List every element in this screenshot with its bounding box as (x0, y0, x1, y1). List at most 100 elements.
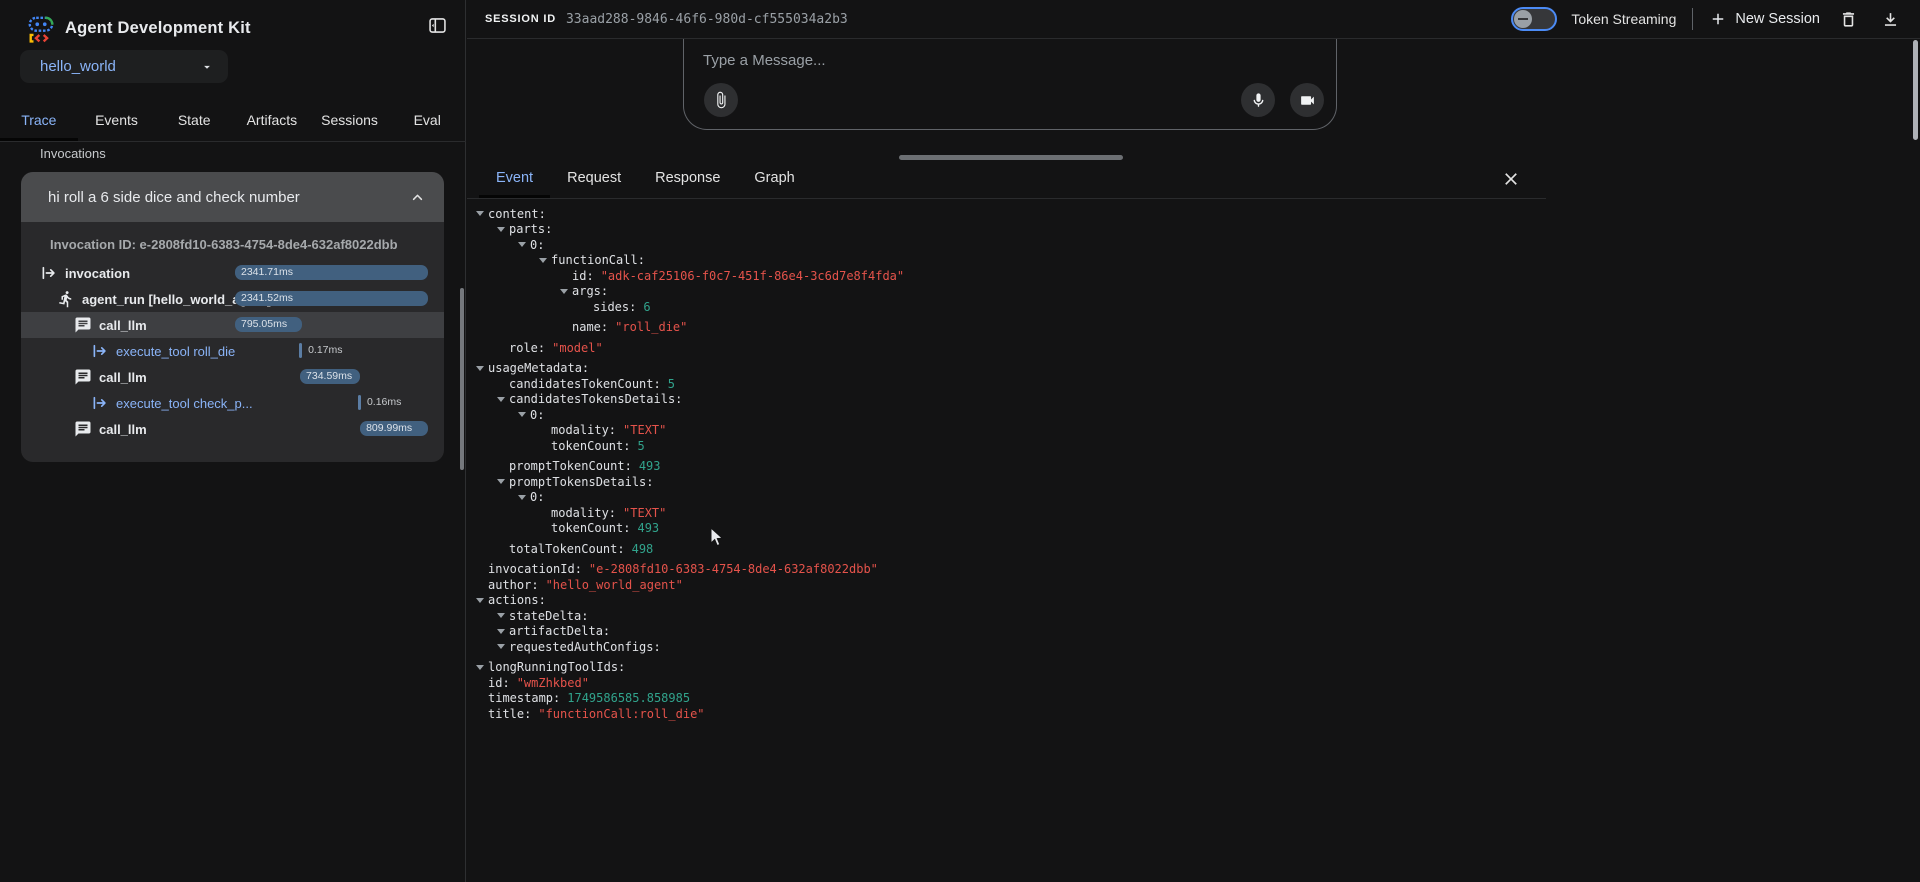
video-button[interactable] (1290, 83, 1324, 117)
span-timeline: 734.59ms (235, 369, 428, 384)
collapse-triangle-icon[interactable] (497, 227, 509, 232)
arrow-icon (91, 394, 109, 412)
json-value: "hello_world_agent" (546, 578, 683, 592)
json-key: sides: (593, 300, 636, 314)
trace-span-row[interactable]: agent_run [hello_world_agent]2341.52ms (21, 286, 444, 312)
json-line: modality:"TEXT" (467, 505, 1546, 521)
collapse-triangle-icon[interactable] (476, 598, 488, 603)
trace-span-row[interactable]: invocation2341.71ms (21, 260, 444, 286)
detail-tabs-row: EventRequest Response Graph (467, 160, 1546, 199)
chat-area: Type a Message... (467, 39, 1920, 160)
detail-tab-graph[interactable]: Graph (737, 160, 811, 198)
new-session-label: New Session (1735, 11, 1820, 27)
json-value: 6 (643, 300, 650, 314)
detail-tab-request[interactable]: Request (550, 160, 638, 198)
collapse-triangle-icon[interactable] (560, 289, 572, 294)
collapse-triangle-icon[interactable] (476, 665, 488, 670)
delete-session-button[interactable] (1834, 5, 1862, 33)
collapse-triangle-icon[interactable] (476, 211, 488, 216)
chat-icon (74, 316, 92, 334)
detail-tab-response[interactable]: Response (638, 160, 737, 198)
collapse-triangle-icon[interactable] (497, 644, 509, 649)
new-session-button[interactable]: New Session (1709, 10, 1820, 28)
json-line: 0: (467, 237, 1546, 253)
json-value: "TEXT" (623, 506, 666, 520)
microphone-button[interactable] (1241, 83, 1275, 117)
agent-selector-dropdown[interactable]: hello_world (20, 50, 228, 83)
trace-span-row[interactable]: call_llm809.99ms (21, 416, 444, 442)
json-line: 0: (467, 407, 1546, 423)
json-key: content: (488, 207, 546, 221)
collapse-triangle-icon[interactable] (497, 613, 509, 618)
token-streaming-toggle[interactable] (1511, 7, 1557, 31)
videocam-icon (1299, 92, 1316, 109)
json-value: "TEXT" (623, 423, 666, 437)
json-value: "e-2808fd10-6383-4754-8de4-632af8022dbb" (589, 562, 878, 576)
sidebar-scrollbar-thumb[interactable] (460, 288, 464, 470)
collapse-triangle-icon[interactable] (518, 242, 530, 247)
sidebar-tab-sessions[interactable]: Sessions (311, 101, 389, 141)
json-line: parts: (467, 222, 1546, 238)
message-input[interactable]: Type a Message... (703, 52, 826, 69)
collapse-triangle-icon[interactable] (539, 258, 551, 263)
duration-bar: 2341.52ms (235, 291, 428, 306)
json-key: timestamp: (488, 691, 560, 705)
tab-label: Sessions (321, 112, 378, 128)
collapse-triangle-icon[interactable] (497, 397, 509, 402)
duration-bar: 0.16ms (358, 395, 361, 410)
close-detail-button[interactable] (1498, 166, 1524, 192)
json-value: 1749586585.858985 (567, 691, 690, 705)
trace-span-row[interactable]: execute_tool roll_die0.17ms (21, 338, 444, 364)
tab-label: Graph (754, 170, 794, 186)
json-line: name:"roll_die" (467, 320, 1546, 336)
span-timeline: 795.05ms (235, 317, 428, 332)
collapse-triangle-icon[interactable] (518, 495, 530, 500)
attach-file-button[interactable] (704, 83, 738, 117)
collapse-sidebar-button[interactable] (422, 10, 452, 40)
json-line: content: (467, 206, 1546, 222)
json-key: promptTokensDetails: (509, 475, 654, 489)
runner-icon (57, 290, 75, 308)
tab-label: Response (655, 170, 720, 186)
vertical-scrollbar-thumb[interactable] (1913, 40, 1918, 140)
duration-label: 0.17ms (308, 343, 342, 358)
sidebar-tab-trace[interactable]: Trace (0, 101, 78, 141)
collapse-triangle-icon[interactable] (497, 629, 509, 634)
json-value: "functionCall:roll_die" (538, 707, 704, 721)
json-key: stateDelta: (509, 609, 588, 623)
detail-tab-event[interactable]: Event (479, 160, 550, 198)
json-key: candidatesTokensDetails: (509, 392, 682, 406)
trace-span-row[interactable]: call_llm795.05ms (21, 312, 444, 338)
collapse-triangle-icon[interactable] (497, 479, 509, 484)
json-line: title:"functionCall:roll_die" (467, 706, 1546, 722)
sidebar: Agent Development Kit hello_world TraceE… (0, 0, 466, 882)
tab-label: State (178, 112, 211, 128)
json-line: role:"model" (467, 340, 1546, 356)
sidebar-tab-events[interactable]: Events (78, 101, 156, 141)
json-key: promptTokenCount: (509, 459, 632, 473)
export-session-button[interactable] (1876, 5, 1904, 33)
sidebar-tab-eval[interactable]: Eval (388, 101, 466, 141)
json-line: requestedAuthConfigs: (467, 639, 1546, 655)
span-timeline: 2341.52ms (235, 291, 428, 306)
json-key: tokenCount: (551, 439, 630, 453)
json-key: 0: (530, 408, 544, 422)
collapse-triangle-icon[interactable] (518, 412, 530, 417)
trace-waterfall: Invocation ID: e-2808fd10-6383-4754-8de4… (21, 222, 444, 462)
divider (1692, 8, 1693, 30)
adk-robot-logo (26, 13, 56, 43)
duration-label: 2341.52ms (235, 291, 428, 306)
download-icon (1881, 10, 1900, 29)
json-line: invocationId:"e-2808fd10-6383-4754-8de4-… (467, 562, 1546, 578)
json-key: parts: (509, 222, 552, 236)
collapse-triangle-icon[interactable] (476, 366, 488, 371)
sidebar-tab-state[interactable]: State (155, 101, 233, 141)
sidebar-tabs: TraceEvents State Artifacts Sessions Eval (0, 101, 466, 142)
mic-icon (1250, 92, 1267, 109)
trace-span-row[interactable]: execute_tool check_p...0.16ms (21, 390, 444, 416)
sidebar-tab-artifacts[interactable]: Artifacts (233, 101, 311, 141)
duration-bar: 809.99ms (360, 421, 428, 436)
invocation-card-header[interactable]: hi roll a 6 side dice and check number (21, 172, 444, 222)
trace-span-row[interactable]: call_llm734.59ms (21, 364, 444, 390)
json-line: candidatesTokensDetails: (467, 392, 1546, 408)
